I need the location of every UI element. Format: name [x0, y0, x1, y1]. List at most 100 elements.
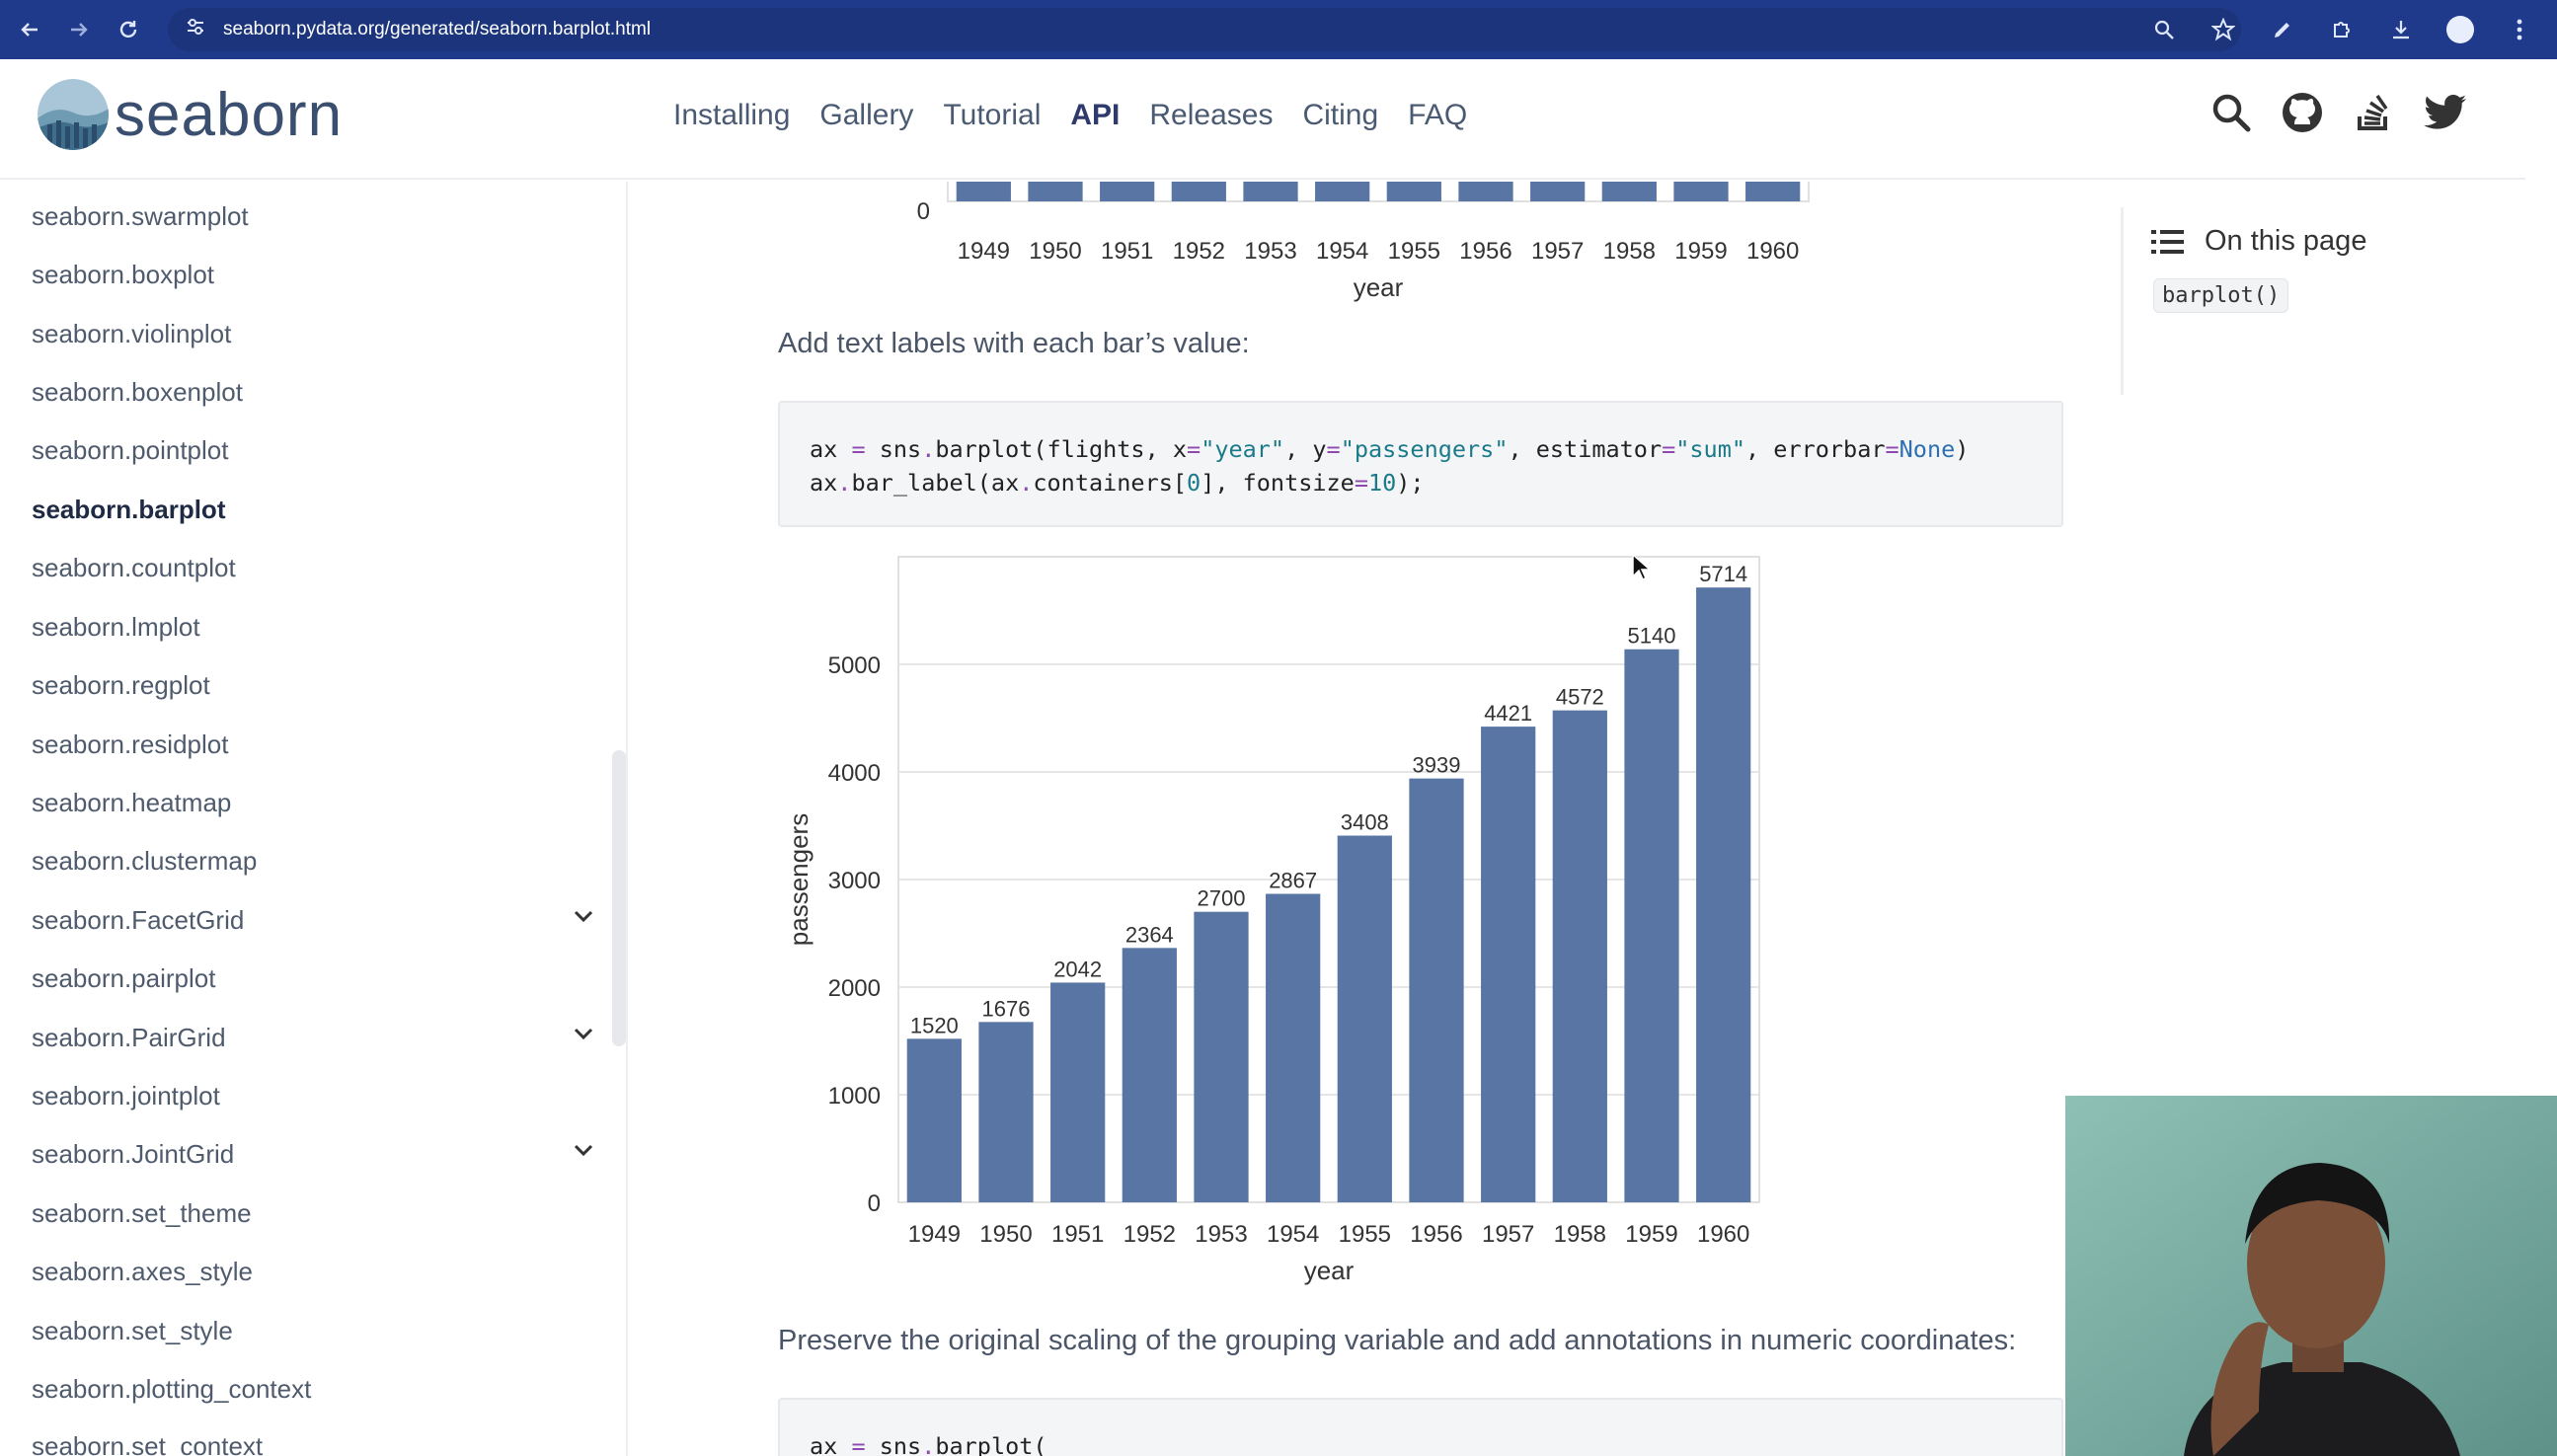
x-tick-label: 1951 [1101, 238, 1153, 265]
y-tick-label: 3000 [828, 868, 881, 894]
x-tick-label: 1954 [1267, 1221, 1319, 1248]
x-tick-label: 1953 [1195, 1221, 1247, 1248]
bar [1458, 182, 1513, 201]
seaborn-logo[interactable]: seaborn [38, 79, 343, 150]
download-icon[interactable] [2383, 10, 2419, 49]
bar [1601, 182, 1657, 201]
sidebar-item-countplot[interactable]: seaborn.countplot [32, 553, 236, 583]
sidebar-item-jointgrid[interactable]: seaborn.JointGrid [32, 1139, 234, 1170]
x-tick-label: 1954 [1316, 238, 1368, 265]
chevron-down-icon[interactable] [571, 903, 596, 929]
reload-icon[interactable] [109, 10, 148, 49]
y-tick-label: 0 [868, 1190, 881, 1217]
forward-arrow-icon[interactable] [59, 10, 99, 49]
sidebar-item-regplot[interactable]: seaborn.regplot [32, 670, 210, 701]
nav-api[interactable]: API [1070, 99, 1120, 132]
x-tick-label: 1949 [908, 1221, 961, 1248]
sidebar-scrollbar[interactable] [612, 750, 626, 1046]
code-block[interactable]: ax = sns.barplot(flights, x="year", y="p… [778, 401, 2063, 527]
x-tick-label: 1959 [1625, 1221, 1677, 1248]
y-tick-label: 0 [917, 198, 930, 225]
sidebar-item-barplot[interactable]: seaborn.barplot [32, 495, 225, 525]
sidebar-item-clustermap[interactable]: seaborn.clustermap [32, 846, 257, 877]
x-tick-label: 1950 [1029, 238, 1081, 265]
x-tick-label: 1949 [958, 238, 1010, 265]
nav-tutorial[interactable]: Tutorial [943, 99, 1041, 132]
x-tick-label: 1953 [1244, 238, 1296, 265]
sidebar-item-set-style[interactable]: seaborn.set_style [32, 1316, 233, 1346]
chevron-down-icon[interactable] [571, 1137, 596, 1163]
bar [1552, 710, 1607, 1202]
toc-link-barplot[interactable]: barplot() [2153, 278, 2289, 313]
passengers-bar-chart: 1520 1676 2042 2364 2700 2867 3408 3939 4421 4572… [784, 556, 1760, 1285]
sidebar-item-pointplot[interactable]: seaborn.pointplot [32, 435, 228, 466]
bar [1481, 727, 1536, 1202]
sidebar-item-axes-style[interactable]: seaborn.axes_style [32, 1257, 253, 1287]
sidebar-item-heatmap[interactable]: seaborn.heatmap [32, 788, 231, 818]
sidebar-item-set-theme[interactable]: seaborn.set_theme [32, 1198, 252, 1229]
profile-avatar[interactable] [2442, 10, 2478, 49]
bookmark-star-icon[interactable] [2206, 10, 2241, 49]
extensions-puzzle-icon[interactable] [2324, 10, 2360, 49]
x-tick-label: 1952 [1124, 1221, 1176, 1248]
bar [1409, 778, 1464, 1202]
sidebar-item-swarmplot[interactable]: seaborn.swarmplot [32, 201, 249, 232]
bar [1194, 911, 1249, 1202]
sidebar-item-pairplot[interactable]: seaborn.pairplot [32, 963, 215, 994]
bar-value-label: 2042 [1053, 957, 1102, 981]
sidebar-item-facetgrid[interactable]: seaborn.FacetGrid [32, 905, 244, 936]
bar [956, 182, 1011, 201]
x-tick-label: 1958 [1603, 238, 1656, 265]
logo-wordmark: seaborn [115, 80, 344, 149]
y-tick-label: 4000 [828, 760, 881, 787]
chevron-down-icon[interactable] [571, 1021, 596, 1046]
paragraph-bar-labels: Add text labels with each bar’s value: [778, 328, 1250, 359]
search-icon[interactable] [2209, 91, 2253, 134]
x-tick-label: 1958 [1554, 1221, 1606, 1248]
bar-value-label: 3939 [1413, 753, 1461, 778]
nav-gallery[interactable]: Gallery [819, 99, 913, 132]
code-block-2[interactable]: ax = sns.barplot( [778, 1398, 2063, 1456]
bar-value-label: 4572 [1556, 685, 1604, 710]
back-arrow-icon[interactable] [10, 10, 49, 49]
x-tick-label: 1960 [1746, 238, 1799, 265]
pen-extension-icon[interactable] [2265, 10, 2300, 49]
sidebar-item-lmplot[interactable]: seaborn.lmplot [32, 612, 200, 643]
x-axis-label: year [1304, 1256, 1355, 1285]
on-this-page-toc: On this page barplot() [2121, 207, 2496, 395]
x-tick-label: 1956 [1459, 238, 1511, 265]
bar [1243, 182, 1298, 201]
sidebar-item-violinplot[interactable]: seaborn.violinplot [32, 319, 231, 349]
bar [1028, 182, 1083, 201]
address-bar[interactable]: seaborn.pydata.org/generated/seaborn.bar… [168, 8, 2241, 51]
nav-faq[interactable]: FAQ [1408, 99, 1467, 132]
mouse-cursor [1632, 553, 1652, 581]
sidebar-item-residplot[interactable]: seaborn.residplot [32, 729, 228, 760]
bar [1530, 182, 1586, 201]
bar [978, 1022, 1034, 1202]
menu-kebab-icon[interactable] [2502, 10, 2537, 49]
top-navigation: Installing Gallery Tutorial API Releases… [673, 99, 1467, 132]
nav-installing[interactable]: Installing [673, 99, 790, 132]
bar-value-label: 1676 [982, 996, 1031, 1021]
x-tick-label: 1957 [1531, 238, 1584, 265]
x-tick-label: 1951 [1051, 1221, 1104, 1248]
sidebar-item-jointplot[interactable]: seaborn.jointplot [32, 1081, 220, 1111]
nav-citing[interactable]: Citing [1302, 99, 1378, 132]
github-icon[interactable] [2281, 91, 2324, 134]
x-tick-label: 1957 [1482, 1221, 1534, 1248]
sidebar-item-set-context[interactable]: seaborn.set_context [32, 1431, 263, 1456]
bar [1624, 649, 1679, 1202]
sidebar-item-boxplot[interactable]: seaborn.boxplot [32, 260, 214, 290]
site-info-icon[interactable] [186, 18, 215, 41]
paragraph-preserve-scaling: Preserve the original scaling of the gro… [778, 1325, 2017, 1356]
sidebar-item-pairgrid[interactable]: seaborn.PairGrid [32, 1023, 226, 1053]
sidebar-item-boxenplot[interactable]: seaborn.boxenplot [32, 377, 243, 408]
sidebar-item-plotting-context[interactable]: seaborn.plotting_context [32, 1374, 311, 1405]
zoom-icon[interactable] [2146, 10, 2182, 49]
twitter-icon[interactable] [2423, 91, 2466, 134]
bar [1745, 182, 1801, 201]
stackoverflow-icon[interactable] [2352, 91, 2395, 134]
nav-releases[interactable]: Releases [1149, 99, 1273, 132]
x-tick-label: 1950 [979, 1221, 1032, 1248]
